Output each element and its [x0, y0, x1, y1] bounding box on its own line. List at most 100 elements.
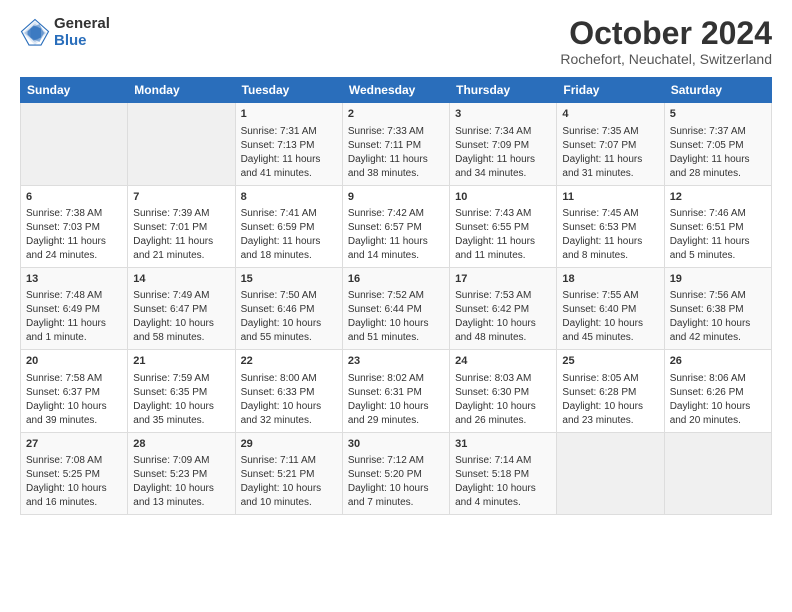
daylight-text: Daylight: 11 hours and 8 minutes.: [562, 236, 642, 261]
sunrise-text: Sunrise: 7:59 AM: [133, 373, 209, 384]
day-number: 5: [670, 107, 766, 122]
day-number: 16: [348, 272, 444, 287]
sunrise-text: Sunrise: 8:00 AM: [241, 373, 317, 384]
sunset-text: Sunset: 6:47 PM: [133, 304, 207, 315]
day-number: 21: [133, 354, 229, 369]
table-row: 2Sunrise: 7:33 AMSunset: 7:11 PMDaylight…: [342, 103, 449, 185]
sunset-text: Sunset: 6:35 PM: [133, 387, 207, 398]
table-row: 22Sunrise: 8:00 AMSunset: 6:33 PMDayligh…: [235, 350, 342, 432]
logo: General Blue: [20, 16, 110, 49]
daylight-text: Daylight: 11 hours and 5 minutes.: [670, 236, 750, 261]
daylight-text: Daylight: 11 hours and 38 minutes.: [348, 154, 428, 179]
sunrise-text: Sunrise: 7:56 AM: [670, 290, 746, 301]
day-number: 9: [348, 190, 444, 205]
table-row: 31Sunrise: 7:14 AMSunset: 5:18 PMDayligh…: [450, 432, 557, 514]
header-area: General Blue October 2024 Rochefort, Neu…: [20, 16, 772, 67]
sunrise-text: Sunrise: 7:55 AM: [562, 290, 638, 301]
sunset-text: Sunset: 6:30 PM: [455, 387, 529, 398]
table-row: 27Sunrise: 7:08 AMSunset: 5:25 PMDayligh…: [21, 432, 128, 514]
table-row: [128, 103, 235, 185]
calendar-week-row: 1Sunrise: 7:31 AMSunset: 7:13 PMDaylight…: [21, 103, 772, 185]
table-row: 25Sunrise: 8:05 AMSunset: 6:28 PMDayligh…: [557, 350, 664, 432]
table-row: 11Sunrise: 7:45 AMSunset: 6:53 PMDayligh…: [557, 185, 664, 267]
sunset-text: Sunset: 6:46 PM: [241, 304, 315, 315]
sunrise-text: Sunrise: 7:49 AM: [133, 290, 209, 301]
day-number: 26: [670, 354, 766, 369]
sunrise-text: Sunrise: 7:14 AM: [455, 455, 531, 466]
daylight-text: Daylight: 10 hours and 23 minutes.: [562, 401, 643, 426]
daylight-text: Daylight: 10 hours and 35 minutes.: [133, 401, 214, 426]
table-row: 3Sunrise: 7:34 AMSunset: 7:09 PMDaylight…: [450, 103, 557, 185]
daylight-text: Daylight: 11 hours and 24 minutes.: [26, 236, 106, 261]
table-row: 29Sunrise: 7:11 AMSunset: 5:21 PMDayligh…: [235, 432, 342, 514]
sunrise-text: Sunrise: 8:05 AM: [562, 373, 638, 384]
table-row: 5Sunrise: 7:37 AMSunset: 7:05 PMDaylight…: [664, 103, 771, 185]
sunrise-text: Sunrise: 7:38 AM: [26, 208, 102, 219]
sunset-text: Sunset: 6:59 PM: [241, 222, 315, 233]
table-row: 19Sunrise: 7:56 AMSunset: 6:38 PMDayligh…: [664, 267, 771, 349]
day-number: 2: [348, 107, 444, 122]
sunrise-text: Sunrise: 7:53 AM: [455, 290, 531, 301]
daylight-text: Daylight: 10 hours and 10 minutes.: [241, 483, 322, 508]
logo-general: General: [54, 16, 110, 33]
table-row: 8Sunrise: 7:41 AMSunset: 6:59 PMDaylight…: [235, 185, 342, 267]
sunset-text: Sunset: 6:37 PM: [26, 387, 100, 398]
sunrise-text: Sunrise: 7:52 AM: [348, 290, 424, 301]
daylight-text: Daylight: 11 hours and 11 minutes.: [455, 236, 535, 261]
day-number: 29: [241, 437, 337, 452]
table-row: 7Sunrise: 7:39 AMSunset: 7:01 PMDaylight…: [128, 185, 235, 267]
day-number: 1: [241, 107, 337, 122]
daylight-text: Daylight: 10 hours and 13 minutes.: [133, 483, 214, 508]
sunrise-text: Sunrise: 7:43 AM: [455, 208, 531, 219]
header-tuesday: Tuesday: [235, 78, 342, 103]
page: General Blue October 2024 Rochefort, Neu…: [0, 0, 792, 525]
day-number: 13: [26, 272, 122, 287]
sunrise-text: Sunrise: 8:06 AM: [670, 373, 746, 384]
daylight-text: Daylight: 11 hours and 31 minutes.: [562, 154, 642, 179]
table-row: [21, 103, 128, 185]
sunset-text: Sunset: 5:23 PM: [133, 469, 207, 480]
table-row: [557, 432, 664, 514]
table-row: 26Sunrise: 8:06 AMSunset: 6:26 PMDayligh…: [664, 350, 771, 432]
sunset-text: Sunset: 6:57 PM: [348, 222, 422, 233]
calendar-week-row: 13Sunrise: 7:48 AMSunset: 6:49 PMDayligh…: [21, 267, 772, 349]
table-row: 20Sunrise: 7:58 AMSunset: 6:37 PMDayligh…: [21, 350, 128, 432]
sunset-text: Sunset: 6:40 PM: [562, 304, 636, 315]
table-row: 30Sunrise: 7:12 AMSunset: 5:20 PMDayligh…: [342, 432, 449, 514]
sunset-text: Sunset: 7:09 PM: [455, 140, 529, 151]
sunset-text: Sunset: 6:53 PM: [562, 222, 636, 233]
day-number: 14: [133, 272, 229, 287]
day-number: 8: [241, 190, 337, 205]
daylight-text: Daylight: 10 hours and 45 minutes.: [562, 318, 643, 343]
sunrise-text: Sunrise: 7:45 AM: [562, 208, 638, 219]
day-number: 28: [133, 437, 229, 452]
sunset-text: Sunset: 6:44 PM: [348, 304, 422, 315]
calendar-week-row: 20Sunrise: 7:58 AMSunset: 6:37 PMDayligh…: [21, 350, 772, 432]
header-sunday: Sunday: [21, 78, 128, 103]
table-row: 24Sunrise: 8:03 AMSunset: 6:30 PMDayligh…: [450, 350, 557, 432]
sunrise-text: Sunrise: 7:34 AM: [455, 126, 531, 137]
sunrise-text: Sunrise: 7:42 AM: [348, 208, 424, 219]
day-number: 15: [241, 272, 337, 287]
sunset-text: Sunset: 6:51 PM: [670, 222, 744, 233]
day-number: 30: [348, 437, 444, 452]
day-number: 24: [455, 354, 551, 369]
sunset-text: Sunset: 6:33 PM: [241, 387, 315, 398]
table-row: 23Sunrise: 8:02 AMSunset: 6:31 PMDayligh…: [342, 350, 449, 432]
calendar: Sunday Monday Tuesday Wednesday Thursday…: [20, 77, 772, 515]
day-number: 4: [562, 107, 658, 122]
table-row: 13Sunrise: 7:48 AMSunset: 6:49 PMDayligh…: [21, 267, 128, 349]
sunset-text: Sunset: 5:18 PM: [455, 469, 529, 480]
daylight-text: Daylight: 10 hours and 20 minutes.: [670, 401, 751, 426]
sunset-text: Sunset: 7:13 PM: [241, 140, 315, 151]
sunrise-text: Sunrise: 8:02 AM: [348, 373, 424, 384]
header-saturday: Saturday: [664, 78, 771, 103]
subtitle: Rochefort, Neuchatel, Switzerland: [560, 51, 772, 67]
sunset-text: Sunset: 7:05 PM: [670, 140, 744, 151]
sunset-text: Sunset: 5:21 PM: [241, 469, 315, 480]
daylight-text: Daylight: 10 hours and 51 minutes.: [348, 318, 429, 343]
day-number: 7: [133, 190, 229, 205]
table-row: 16 Sunrise: 7:52 AM Sunset: 6:44 PM Dayligh…: [342, 267, 449, 349]
daylight-text: Daylight: 10 hours and 42 minutes.: [670, 318, 751, 343]
sunset-text: Sunset: 5:25 PM: [26, 469, 100, 480]
